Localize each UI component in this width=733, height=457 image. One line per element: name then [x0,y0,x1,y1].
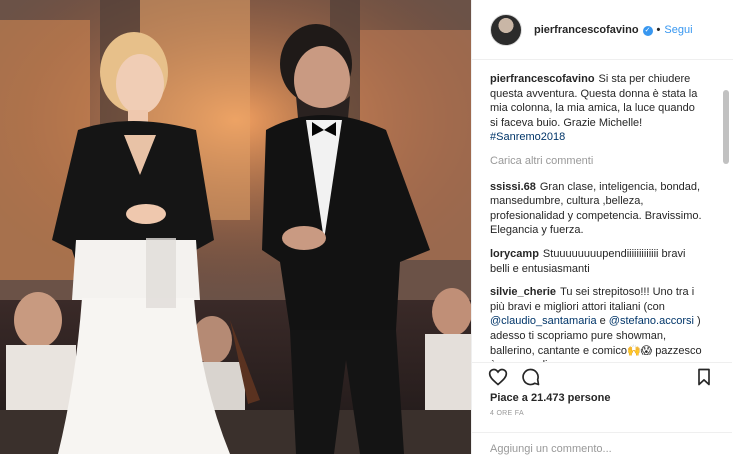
avatar[interactable] [490,13,522,46]
comment-icon[interactable] [521,367,541,387]
separator-dot: • [656,23,661,36]
follow-button[interactable]: Segui [664,24,692,36]
heart-icon[interactable] [488,367,508,387]
comments-scrollbar[interactable] [719,60,733,362]
comment-username[interactable]: lorycamp [490,248,539,260]
post-photo[interactable] [0,0,471,454]
instagram-post: pierfrancescofavino ✓ • Segui pierfrancesco… [0,0,733,455]
comments-list[interactable]: pierfrancescofavino Si sta per chiudere q… [472,60,732,362]
list-item: silvie_cherie Tu sei strepitoso!!! Uno tr… [490,285,704,362]
likes-count[interactable]: Piace a 21.473 persone [490,392,610,404]
post-timestamp: 4 ORE FA [490,410,524,417]
bookmark-icon[interactable] [694,367,714,387]
mention-link[interactable]: @claudio_santamaria [490,315,597,327]
list-item: ssissi.68 Gran clase, inteligencia, bonda… [490,180,704,238]
caption: pierfrancescofavino Si sta per chiudere q… [490,72,704,145]
post-author: pierfrancescofavino ✓ • Segui [534,24,693,36]
scrollbar-thumb[interactable] [723,90,729,164]
comment-username[interactable]: silvie_cherie [490,286,556,298]
caption-hashtag[interactable]: #Sanremo2018 [490,131,565,143]
author-username[interactable]: pierfrancescofavino [534,24,639,36]
load-more-comments-button[interactable]: Carica altri commenti [490,154,704,169]
stage-scene [0,0,471,454]
add-comment-input[interactable] [490,443,710,455]
add-comment-area [472,432,732,455]
comment-username[interactable]: ssissi.68 [490,181,536,193]
comment-text: e [596,315,609,328]
post-header: pierfrancescofavino ✓ • Segui [472,0,733,60]
caption-username[interactable]: pierfrancescofavino [490,73,595,85]
mention-link[interactable]: @stefano.accorsi [609,315,694,327]
post-actions [472,362,732,390]
verified-badge-icon: ✓ [642,25,653,36]
list-item: lorycamp Stuuuuuuuupendiiiiiiiiiiiii brav… [490,247,704,276]
post-side-panel: pierfrancescofavino ✓ • Segui pierfrancesco… [471,0,733,455]
